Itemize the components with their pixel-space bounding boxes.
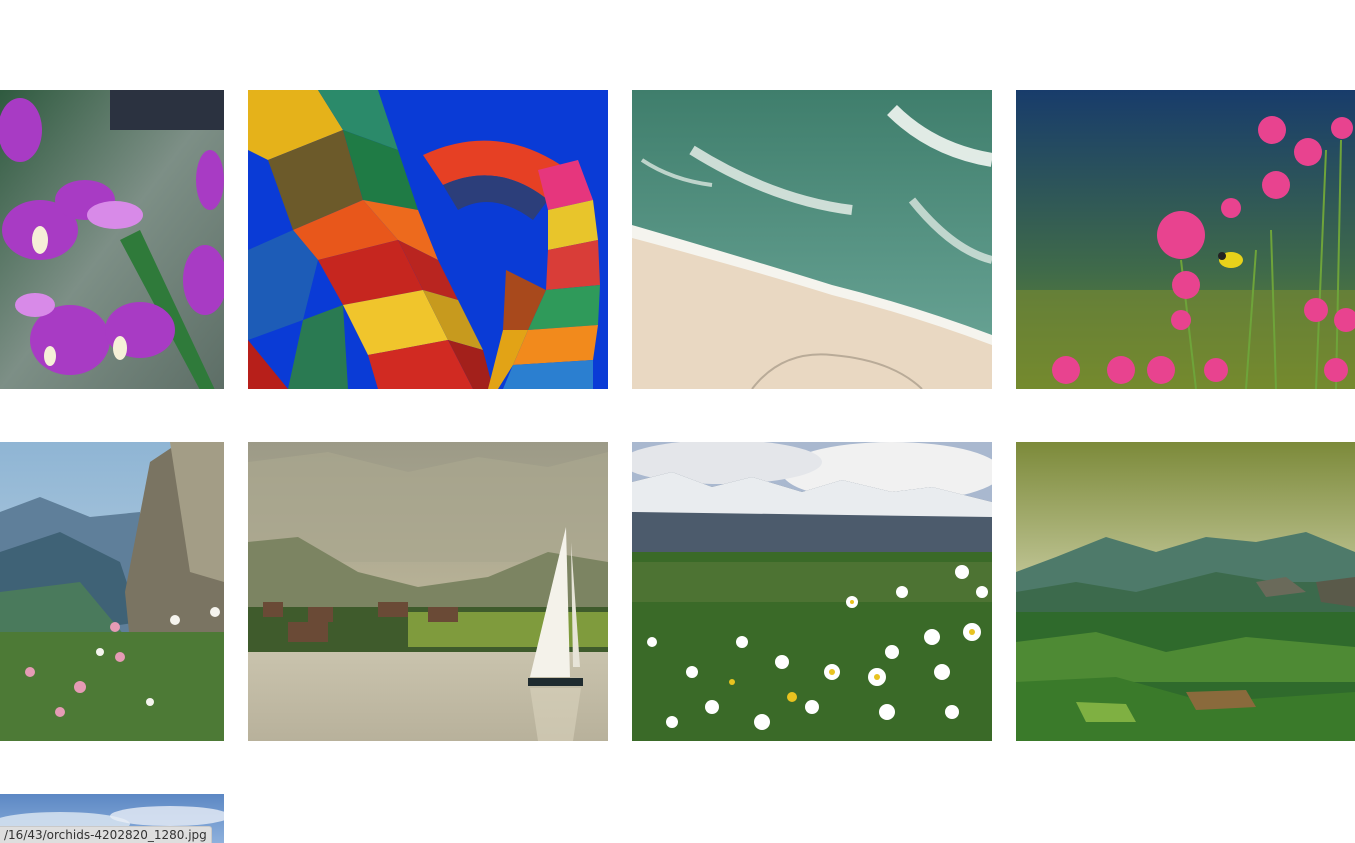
containers-image [248,90,608,389]
gallery-image-beach[interactable] [632,90,992,389]
gallery-image-sailboat[interactable] [248,442,608,741]
daisy-meadow-image [632,442,992,741]
gallery-image-containers[interactable] [248,90,608,389]
orchids-image [0,90,224,389]
pink-flowers-image [1016,90,1355,389]
gallery-image-daisy-meadow[interactable] [632,442,992,741]
gallery-image-mountain-valley[interactable] [0,442,224,741]
mountain-valley-image [0,442,224,741]
image-gallery [0,0,1355,843]
beach-image [632,90,992,389]
gallery-image-pink-flowers-bird[interactable] [1016,90,1355,389]
status-url-text: /16/43/orchids-4202820_1280.jpg [4,828,207,842]
sailboat-image [248,442,608,741]
link-status-url: /16/43/orchids-4202820_1280.jpg [0,826,212,843]
gallery-image-orchids[interactable] [0,90,224,389]
green-hills-image [1016,442,1355,741]
gallery-image-green-hills[interactable] [1016,442,1355,741]
